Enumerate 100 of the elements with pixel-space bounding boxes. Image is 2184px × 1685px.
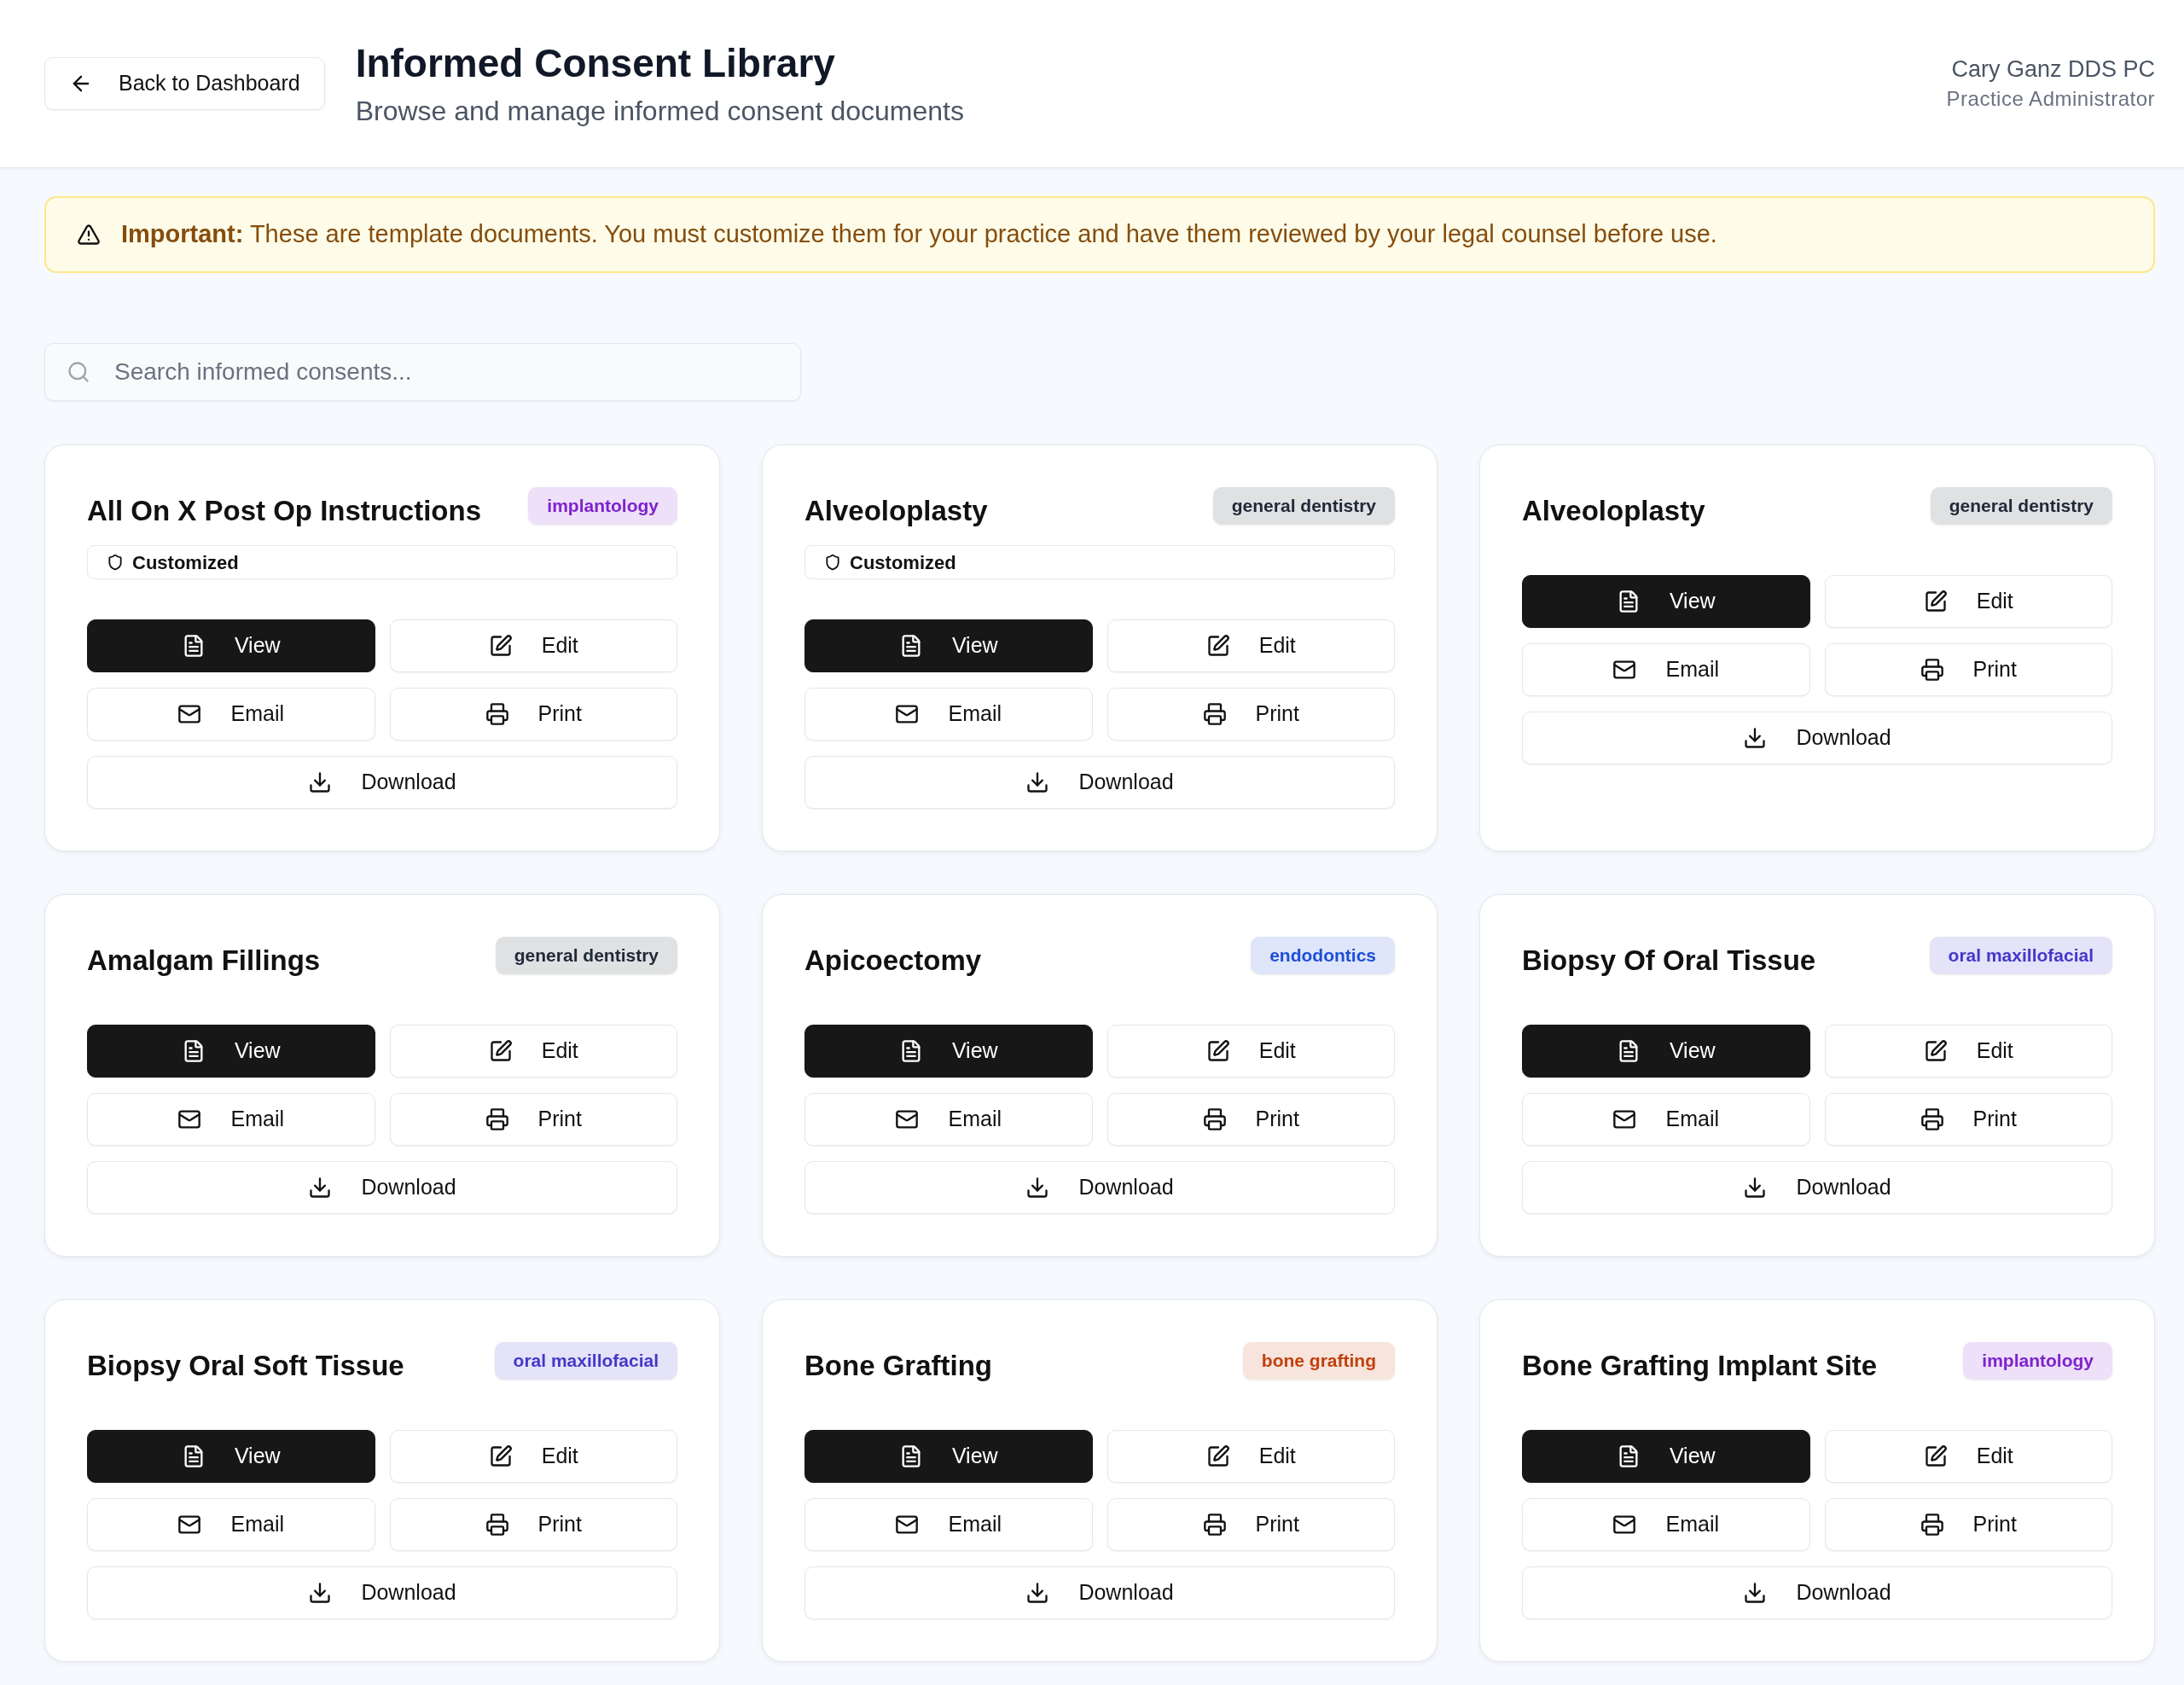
email-button[interactable]: Email (1522, 1498, 1810, 1551)
edit-button[interactable]: Edit (389, 619, 677, 672)
download-button[interactable]: Download (87, 1161, 677, 1214)
pencil-square-icon (1923, 1039, 1948, 1063)
print-button[interactable]: Print (389, 688, 677, 741)
category-tag: implantology (1963, 1342, 2112, 1380)
pencil-square-icon (1923, 590, 1948, 613)
printer-icon (485, 702, 509, 726)
view-button[interactable]: View (87, 1430, 375, 1483)
pencil-square-icon (488, 1444, 513, 1468)
page-title: Informed Consent Library (355, 40, 836, 87)
download-icon (308, 1176, 333, 1200)
edit-button[interactable]: Edit (1107, 1025, 1395, 1078)
pencil-square-icon (1205, 1444, 1230, 1468)
edit-button[interactable]: Edit (1107, 619, 1395, 672)
download-button[interactable]: Download (804, 756, 1395, 809)
pencil-square-icon (1923, 1444, 1948, 1468)
download-icon (1025, 770, 1050, 794)
printer-icon (1202, 702, 1227, 726)
shield-icon (107, 554, 124, 571)
card-title: Biopsy Of Oral Tissue (1522, 944, 1816, 978)
category-tag: general dentistry (495, 937, 677, 974)
print-button[interactable]: Print (1824, 1093, 2112, 1146)
email-button[interactable]: Email (87, 1093, 375, 1146)
pencil-square-icon (1205, 634, 1230, 658)
download-button[interactable]: Download (1522, 712, 2112, 764)
view-button[interactable]: View (804, 619, 1093, 672)
pencil-square-icon (1205, 1039, 1230, 1063)
view-button[interactable]: View (87, 619, 375, 672)
customized-text: Customized (850, 550, 956, 575)
category-tag: general dentistry (1212, 487, 1395, 525)
download-button[interactable]: Download (87, 756, 677, 809)
edit-button[interactable]: Edit (389, 1025, 677, 1078)
card-title: Bone Grafting (804, 1349, 992, 1383)
search-icon (67, 360, 90, 384)
download-icon (308, 770, 333, 794)
download-icon (1743, 726, 1768, 750)
email-button[interactable]: Email (804, 688, 1093, 741)
download-icon (1743, 1581, 1768, 1605)
view-button[interactable]: View (804, 1025, 1093, 1078)
printer-icon (1920, 658, 1944, 682)
edit-button[interactable]: Edit (1824, 1025, 2112, 1078)
card-title: Alveoloplasty (1522, 494, 1705, 528)
print-button[interactable]: Print (389, 1093, 677, 1146)
print-button[interactable]: Print (1824, 643, 2112, 696)
pencil-square-icon (488, 1039, 513, 1063)
print-button[interactable]: Print (1107, 688, 1395, 741)
print-button[interactable]: Print (1107, 1093, 1395, 1146)
download-button[interactable]: Download (1522, 1161, 2112, 1214)
printer-icon (1202, 1513, 1227, 1537)
email-button[interactable]: Email (87, 1498, 375, 1551)
print-button[interactable]: Print (1107, 1498, 1395, 1551)
category-tag: endodontics (1251, 937, 1395, 974)
download-button[interactable]: Download (1522, 1566, 2112, 1619)
card-title: Apicoectomy (804, 944, 982, 978)
category-tag: bone grafting (1242, 1342, 1395, 1380)
view-button[interactable]: View (804, 1430, 1093, 1483)
category-tag: implantology (528, 487, 677, 525)
printer-icon (1202, 1107, 1227, 1131)
view-button[interactable]: View (1522, 1025, 1810, 1078)
category-tag: general dentistry (1930, 487, 2112, 525)
card-title: Bone Grafting Implant Site (1522, 1349, 1878, 1383)
view-button[interactable]: View (1522, 575, 1810, 628)
download-button[interactable]: Download (87, 1566, 677, 1619)
edit-button[interactable]: Edit (1107, 1430, 1395, 1483)
user-role: Practice Administrator (1946, 86, 2155, 112)
card-title: Alveoloplasty (804, 494, 988, 528)
printer-icon (1920, 1107, 1944, 1131)
back-button[interactable]: Back to Dashboard (44, 57, 325, 110)
email-button[interactable]: Email (1522, 1093, 1810, 1146)
view-button[interactable]: View (87, 1025, 375, 1078)
user-name: Cary Ganz DDS PC (1951, 55, 2155, 84)
email-button[interactable]: Email (87, 688, 375, 741)
alert-text: Important: These are template documents. You must customize them for your practice and have them reviewed by your legal counsel before use. (121, 219, 1717, 250)
card-title: Amalgam Fillings (87, 944, 321, 978)
print-button[interactable]: Print (1824, 1498, 2112, 1551)
email-button[interactable]: Email (1522, 643, 1810, 696)
shield-icon (824, 554, 841, 571)
category-tag: oral maxillofacial (1929, 937, 2112, 974)
edit-button[interactable]: Edit (389, 1430, 677, 1483)
pencil-square-icon (488, 634, 513, 658)
download-icon (1025, 1176, 1050, 1200)
download-button[interactable]: Download (804, 1566, 1395, 1619)
email-button[interactable]: Email (804, 1093, 1093, 1146)
warning-icon (77, 223, 101, 247)
view-button[interactable]: View (1522, 1430, 1810, 1483)
card-title: All On X Post Op Instructions (87, 494, 482, 528)
edit-button[interactable]: Edit (1824, 1430, 2112, 1483)
card-title: Biopsy Oral Soft Tissue (87, 1349, 404, 1383)
print-button[interactable]: Print (389, 1498, 677, 1551)
printer-icon (485, 1513, 509, 1537)
page-subtitle: Browse and manage informed consent documents (355, 95, 964, 128)
email-button[interactable]: Email (804, 1498, 1093, 1551)
download-icon (1025, 1581, 1050, 1605)
printer-icon (485, 1107, 509, 1131)
download-icon (1743, 1176, 1768, 1200)
printer-icon (1920, 1513, 1944, 1537)
edit-button[interactable]: Edit (1824, 575, 2112, 628)
search-field[interactable]: Search informed consents... (44, 343, 801, 401)
download-button[interactable]: Download (804, 1161, 1395, 1214)
